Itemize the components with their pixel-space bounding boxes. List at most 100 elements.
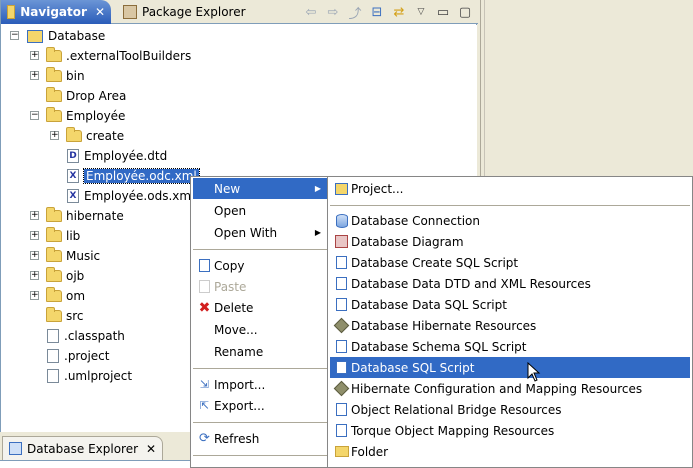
tree-item[interactable]: Music <box>46 246 100 266</box>
copy-icon <box>197 258 212 273</box>
menu-separator <box>193 422 327 423</box>
close-icon[interactable]: ✕ <box>95 5 105 19</box>
context-menu: New ▶ Open Open With ▶ Copy Paste ✖ Dele… <box>190 176 330 468</box>
menu-item-open-with[interactable]: Open With ▶ <box>193 222 327 243</box>
tree-item-selected[interactable]: X Employée.odc.xml <box>67 166 200 186</box>
menu-item-label: Database Schema SQL Script <box>351 339 527 354</box>
tree-item[interactable]: D Employée.dtd <box>67 146 167 166</box>
tree-item-label: .classpath <box>64 329 125 343</box>
menu-item-label: Export... <box>214 398 265 413</box>
folder-icon <box>66 127 82 142</box>
menu-item-open[interactable]: Open <box>193 200 327 221</box>
menu-item-move[interactable]: Move... <box>193 319 327 340</box>
menu-item-label: Database Data DTD and XML Resources <box>351 276 591 291</box>
tree-expander[interactable]: + <box>50 131 59 140</box>
tree-item[interactable]: Employée <box>46 106 125 126</box>
sql-script-icon <box>334 255 349 270</box>
hibernate-icon <box>333 317 350 334</box>
back-icon[interactable]: ⇦ <box>302 3 320 21</box>
menu-item-import[interactable]: ⇲ Import... <box>193 374 327 395</box>
menu-separator <box>330 205 690 206</box>
tree-expander[interactable]: + <box>30 51 39 60</box>
submenu-arrow-icon: ▶ <box>314 228 321 237</box>
tree-item[interactable]: bin <box>46 66 85 86</box>
menu-item-label: Hibernate Configuration and Mapping Reso… <box>351 381 643 396</box>
forward-icon[interactable]: ⇨ <box>324 3 342 21</box>
tree-item[interactable]: X Employée.ods.xml <box>67 186 194 206</box>
tree-item-label: .umlproject <box>64 369 133 383</box>
database-icon <box>334 213 349 228</box>
project-icon <box>27 29 43 43</box>
tree-item-label: bin <box>66 69 85 83</box>
tree-expander[interactable]: + <box>30 271 39 280</box>
tree-item[interactable]: hibernate <box>46 206 124 226</box>
tree-item[interactable]: create <box>66 126 124 146</box>
tree-item[interactable]: Database <box>27 26 105 46</box>
link-with-editor-icon[interactable]: ⇄ <box>390 3 408 21</box>
export-icon: ⇱ <box>199 399 210 412</box>
tree-item[interactable]: ojb <box>46 266 84 286</box>
tab-package-explorer[interactable]: Package Explorer <box>117 0 252 24</box>
submenu-item-database-data-dtd-xml[interactable]: Database Data DTD and XML Resources <box>330 273 690 294</box>
submenu-item-database-diagram[interactable]: Database Diagram <box>330 231 690 252</box>
tab-package-explorer-label: Package Explorer <box>142 5 246 19</box>
menu-item-refresh[interactable]: ⟳ Refresh <box>193 428 327 449</box>
submenu-item-database-create-sql-script[interactable]: Database Create SQL Script <box>330 252 690 273</box>
collapse-all-icon[interactable]: ⊟ <box>368 3 386 21</box>
menu-item-label: Database Create SQL Script <box>351 255 519 270</box>
submenu-item-database-sql-script[interactable]: Database SQL Script <box>330 357 690 378</box>
folder-icon <box>46 247 62 262</box>
menu-item-new[interactable]: New ▶ <box>193 178 327 199</box>
tab-navigator[interactable]: Navigator ✕ <box>1 0 111 24</box>
menu-separator <box>193 368 327 369</box>
tree-item[interactable]: src <box>46 306 84 326</box>
tab-database-explorer[interactable]: Database Explorer ✕ <box>2 436 164 460</box>
tree-expander[interactable]: + <box>30 71 39 80</box>
tree-item[interactable]: .umlproject <box>47 366 132 386</box>
menu-item-label: Database Data SQL Script <box>351 297 507 312</box>
submenu-item-project[interactable]: Project... <box>330 178 690 199</box>
menu-item-label: Database SQL Script <box>351 360 475 375</box>
submenu-item-object-relational-bridge[interactable]: Object Relational Bridge Resources <box>330 399 690 420</box>
view-toolbar: ⇦ ⇨ ⤴ ⊟ ⇄ ▽ ▭ ▢ <box>302 3 474 22</box>
tree-expander[interactable]: + <box>30 231 39 240</box>
minimize-icon[interactable]: ▭ <box>434 3 452 21</box>
tree-item[interactable]: .classpath <box>47 326 125 346</box>
folder-icon <box>46 87 62 102</box>
submenu-item-hibernate-configuration[interactable]: Hibernate Configuration and Mapping Reso… <box>330 378 690 399</box>
submenu-item-database-data-sql-script[interactable]: Database Data SQL Script <box>330 294 690 315</box>
menu-item-rename[interactable]: Rename <box>193 341 327 362</box>
file-icon <box>47 349 59 363</box>
tree-item[interactable]: Drop Area <box>46 86 126 106</box>
submenu-item-database-schema-sql-script[interactable]: Database Schema SQL Script <box>330 336 690 357</box>
menu-item-delete[interactable]: ✖ Delete <box>193 297 327 318</box>
submenu-item-folder[interactable]: Folder <box>330 441 690 462</box>
tree-expander[interactable]: + <box>30 291 39 300</box>
up-icon[interactable]: ⤴ <box>346 3 364 22</box>
menu-item-label: Database Connection <box>351 213 480 228</box>
tree-expander[interactable]: − <box>30 111 39 120</box>
submenu-item-database-hibernate-resources[interactable]: Database Hibernate Resources <box>330 315 690 336</box>
tree-item[interactable]: lib <box>46 226 80 246</box>
menu-item-label: Object Relational Bridge Resources <box>351 402 562 417</box>
tree-expander[interactable]: − <box>10 31 19 40</box>
tree-item[interactable]: .project <box>47 346 109 366</box>
import-icon: ⇲ <box>199 378 210 391</box>
tree-expander[interactable]: + <box>30 251 39 260</box>
tree-item-label: Employée.ods.xml <box>84 189 195 203</box>
tree-expander[interactable]: + <box>30 211 39 220</box>
menu-item-label: Copy <box>214 258 245 273</box>
menu-item-export[interactable]: ⇱ Export... <box>193 395 327 416</box>
tree-item-label: Drop Area <box>66 89 127 103</box>
maximize-icon[interactable]: ▢ <box>456 3 474 21</box>
refresh-icon: ⟳ <box>199 431 210 446</box>
tree-item-label: lib <box>66 229 81 243</box>
sql-script-icon <box>334 276 349 291</box>
menu-item-copy[interactable]: Copy <box>193 255 327 276</box>
submenu-item-database-connection[interactable]: Database Connection <box>330 210 690 231</box>
submenu-item-torque-object-mapping[interactable]: Torque Object Mapping Resources <box>330 420 690 441</box>
view-menu-icon[interactable]: ▽ <box>412 3 430 21</box>
tree-item[interactable]: .externalToolBuilders <box>46 46 191 66</box>
close-icon[interactable]: ✕ <box>146 442 156 456</box>
tree-item[interactable]: om <box>46 286 85 306</box>
